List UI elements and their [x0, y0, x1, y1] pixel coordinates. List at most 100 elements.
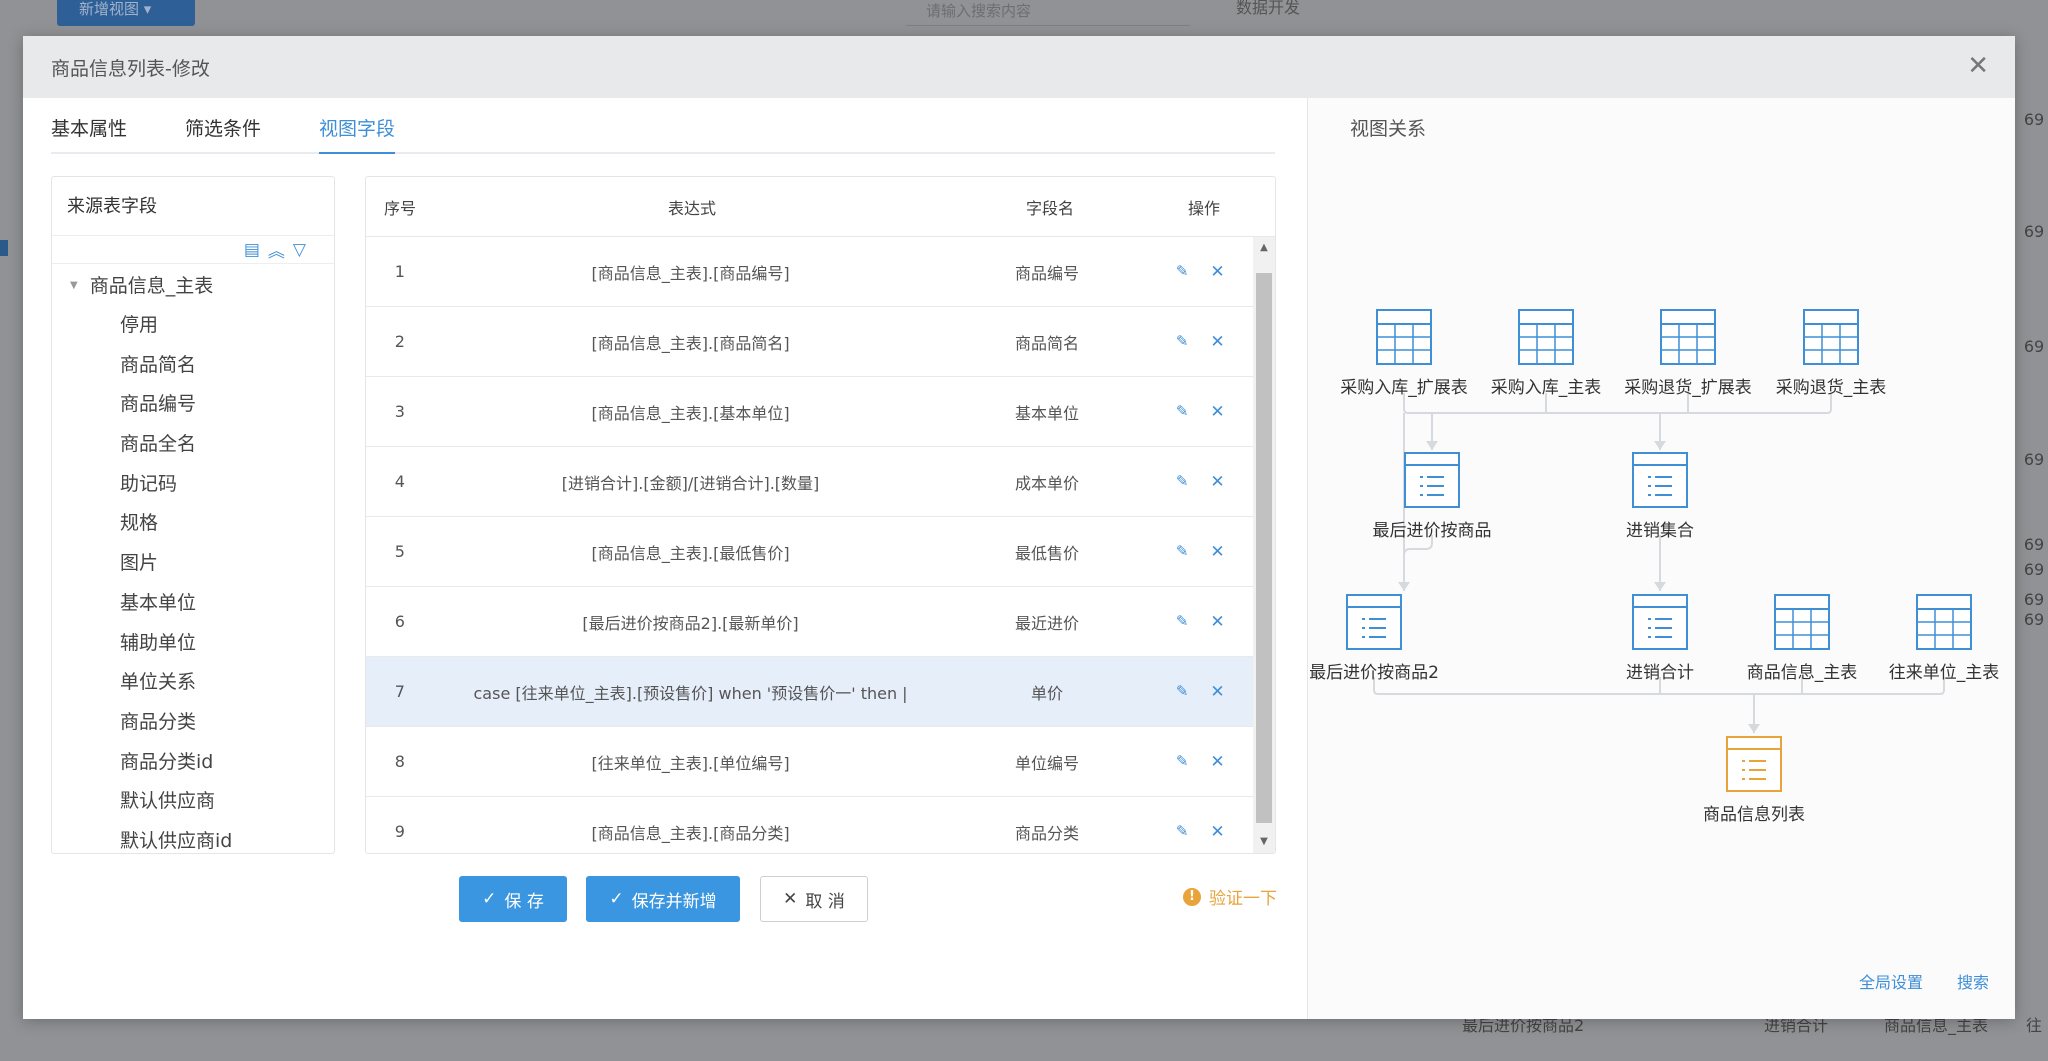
cell-no: 9 [394, 822, 405, 841]
edit-icon[interactable]: ✎ [1176, 612, 1189, 632]
row-actions: ✎ ✕ [1146, 752, 1254, 772]
edit-icon[interactable]: ✎ [1176, 822, 1189, 842]
bg-cell: 69 [2023, 222, 2045, 241]
edit-icon[interactable]: ✎ [1176, 542, 1189, 562]
tree-root-node[interactable]: ▼ 商品信息_主表 [52, 266, 334, 306]
tree-field-item[interactable]: 辅助单位 [52, 624, 334, 664]
tree-field-item[interactable]: 默认供应商id [52, 822, 334, 853]
tree-field-item[interactable]: 商品分类 [52, 703, 334, 743]
cell-expression: [往来单位_主表].[单位编号] [591, 753, 790, 773]
tree-field-item[interactable]: 助记码 [52, 465, 334, 505]
delete-icon[interactable]: ✕ [1210, 332, 1224, 352]
relation-node-label: 进销集合 [1626, 521, 1694, 541]
list-icon[interactable]: ▤ [244, 240, 260, 260]
tab-view-fields[interactable]: 视图字段 [319, 98, 396, 154]
row-actions: ✎ ✕ [1146, 262, 1254, 282]
cell-no: 8 [394, 752, 405, 771]
grid-scrollbar[interactable]: ▲ ▼ [1253, 237, 1275, 853]
bg-new-view-button: 新增视图 ▾ [57, 0, 195, 26]
tab-bar: 基本属性 筛选条件 视图字段 [51, 98, 1275, 154]
delete-icon[interactable]: ✕ [1210, 822, 1224, 842]
save-label: 保 存 [504, 891, 544, 912]
view-icon [1726, 736, 1782, 792]
table-row[interactable]: 6 [最后进价按商品2].[最新单价] 最近进价 ✎ ✕ [366, 587, 1254, 657]
edit-icon[interactable]: ✎ [1176, 682, 1189, 702]
bg-cell: 69 [2023, 450, 2045, 469]
delete-icon[interactable]: ✕ [1210, 612, 1224, 632]
header-no: 序号 [383, 198, 416, 218]
cell-expression: [商品信息_主表].[最低售价] [591, 543, 790, 563]
save-and-new-button[interactable]: ✓ 保存并新增 [586, 876, 740, 922]
relation-node-label: 商品信息列表 [1703, 805, 1805, 825]
table-row[interactable]: 4 [进销合计].[金额]/[进销合计].[数量] 成本单价 ✎ ✕ [366, 447, 1254, 517]
tree-field-item[interactable]: 商品全名 [52, 425, 334, 465]
edit-icon[interactable]: ✎ [1176, 402, 1189, 422]
view-icon [1632, 594, 1688, 650]
delete-icon[interactable]: ✕ [1210, 262, 1224, 282]
tree-field-item[interactable]: 单位关系 [52, 663, 334, 703]
table-row[interactable]: 1 [商品信息_主表].[商品编号] 商品编号 ✎ ✕ [366, 237, 1254, 307]
table-icon [1376, 309, 1432, 365]
table-row[interactable]: 2 [商品信息_主表].[商品简名] 商品简名 ✎ ✕ [366, 307, 1254, 377]
cell-no: 4 [394, 472, 405, 491]
cell-no: 6 [394, 612, 405, 631]
edit-icon[interactable]: ✎ [1176, 752, 1189, 772]
tree-field-item[interactable]: 商品编号 [52, 385, 334, 425]
tree-root-label: 商品信息_主表 [89, 275, 214, 297]
delete-icon[interactable]: ✕ [1210, 472, 1224, 492]
close-icon[interactable]: ✕ [1967, 53, 1989, 79]
row-actions: ✎ ✕ [1146, 542, 1254, 562]
cancel-button[interactable]: ✕ 取 消 [760, 876, 868, 922]
edit-icon[interactable]: ✎ [1176, 262, 1189, 282]
relation-node[interactable]: 最后进价按商品2 [1289, 594, 1459, 683]
bg-panel-title: 数据开发 [1236, 0, 1301, 17]
cell-expression: [商品信息_主表].[商品简名] [591, 333, 790, 353]
relation-node[interactable]: 采购退货_主表 [1746, 309, 1916, 398]
tree-field-item[interactable]: 图片 [52, 544, 334, 584]
grid-header: 序号 表达式 字段名 操作 [366, 177, 1275, 237]
cell-field-name: 单位编号 [1014, 753, 1079, 773]
delete-icon[interactable]: ✕ [1210, 542, 1224, 562]
global-settings-link[interactable]: 全局设置 [1859, 969, 1923, 993]
bg-cell: 69 [2023, 535, 2045, 554]
table-icon [1774, 594, 1830, 650]
tree-field-item[interactable]: 基本单位 [52, 584, 334, 624]
save-button[interactable]: ✓ 保 存 [459, 876, 567, 922]
verify-link[interactable]: ! 验证一下 [1183, 884, 1277, 909]
scroll-thumb[interactable] [1256, 273, 1272, 823]
delete-icon[interactable]: ✕ [1210, 752, 1224, 772]
edit-icon[interactable]: ✎ [1176, 332, 1189, 352]
scroll-down-icon[interactable]: ▼ [1253, 831, 1275, 853]
tab-basic-properties[interactable]: 基本属性 [51, 98, 127, 152]
collapse-all-icon[interactable]: ︽ [268, 237, 285, 262]
tree-field-item[interactable]: 商品简名 [52, 346, 334, 386]
header-operation: 操作 [1187, 198, 1220, 218]
table-row[interactable]: 9 [商品信息_主表].[商品分类] 商品分类 ✎ ✕ [366, 797, 1254, 853]
edit-view-dialog: 商品信息列表-修改 ✕ 基本属性 筛选条件 视图字段 来源表字段 ▤ ︽ ▽ ▼ [23, 36, 2015, 1019]
relation-node[interactable]: 商品信息列表 [1669, 736, 1839, 825]
scroll-up-icon[interactable]: ▲ [1253, 237, 1275, 259]
edit-icon[interactable]: ✎ [1176, 472, 1189, 492]
delete-icon[interactable]: ✕ [1210, 402, 1224, 422]
table-row[interactable]: 7 case [往来单位_主表].[预设售价] when '预设售价一' then… [366, 657, 1254, 727]
table-row[interactable]: 5 [商品信息_主表].[最低售价] 最低售价 ✎ ✕ [366, 517, 1254, 587]
view-icon [1404, 452, 1460, 508]
relation-node-label: 最后进价按商品2 [1309, 663, 1439, 683]
tree-field-item[interactable]: 规格 [52, 504, 334, 544]
table-row[interactable]: 3 [商品信息_主表].[基本单位] 基本单位 ✎ ✕ [366, 377, 1254, 447]
filter-icon[interactable]: ▽ [293, 240, 306, 260]
bg-left-marker [0, 240, 8, 256]
row-actions: ✎ ✕ [1146, 822, 1254, 842]
tree-field-item[interactable]: 停用 [52, 306, 334, 346]
delete-icon[interactable]: ✕ [1210, 682, 1224, 702]
tree-field-item[interactable]: 商品分类id [52, 743, 334, 783]
table-row[interactable]: 8 [往来单位_主表].[单位编号] 单位编号 ✎ ✕ [366, 727, 1254, 797]
relation-node[interactable]: 往来单位_主表 [1859, 594, 2029, 683]
relation-node[interactable]: 进销集合 [1575, 452, 1745, 541]
tree-field-item[interactable]: 默认供应商 [52, 782, 334, 822]
caret-down-icon[interactable]: ▼ [70, 266, 78, 306]
search-link[interactable]: 搜索 [1957, 969, 1989, 993]
cancel-label: 取 消 [805, 891, 845, 912]
tab-filter-conditions[interactable]: 筛选条件 [185, 98, 261, 152]
relation-node[interactable]: 最后进价按商品 [1347, 452, 1517, 541]
